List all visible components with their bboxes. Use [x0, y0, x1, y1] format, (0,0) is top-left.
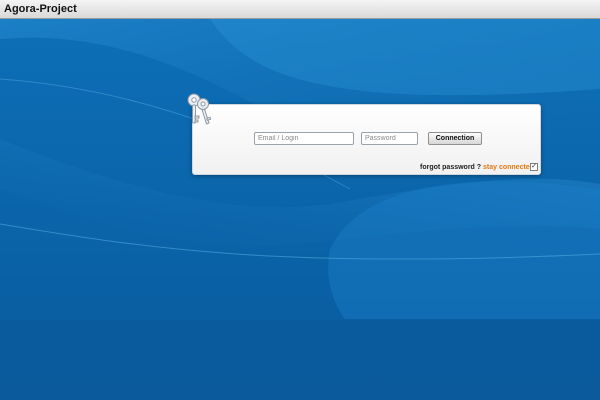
- window-title: Agora-Project: [4, 3, 77, 15]
- wallpaper-waves: [0, 19, 600, 400]
- stay-connected-label[interactable]: stay connected: [483, 164, 534, 171]
- checkmark-icon: ✓: [531, 163, 537, 170]
- desktop-background: [0, 19, 600, 400]
- email-login-input[interactable]: [254, 132, 354, 145]
- login-panel: Connection forgot password ? stay connec…: [192, 104, 541, 175]
- forgot-password-link[interactable]: forgot password ?: [420, 164, 481, 171]
- password-input[interactable]: [361, 132, 418, 145]
- title-bar: Agora-Project: [0, 0, 600, 19]
- stay-connected-checkbox[interactable]: ✓: [530, 163, 538, 171]
- keys-icon: [187, 93, 212, 125]
- connection-button[interactable]: Connection: [428, 132, 482, 145]
